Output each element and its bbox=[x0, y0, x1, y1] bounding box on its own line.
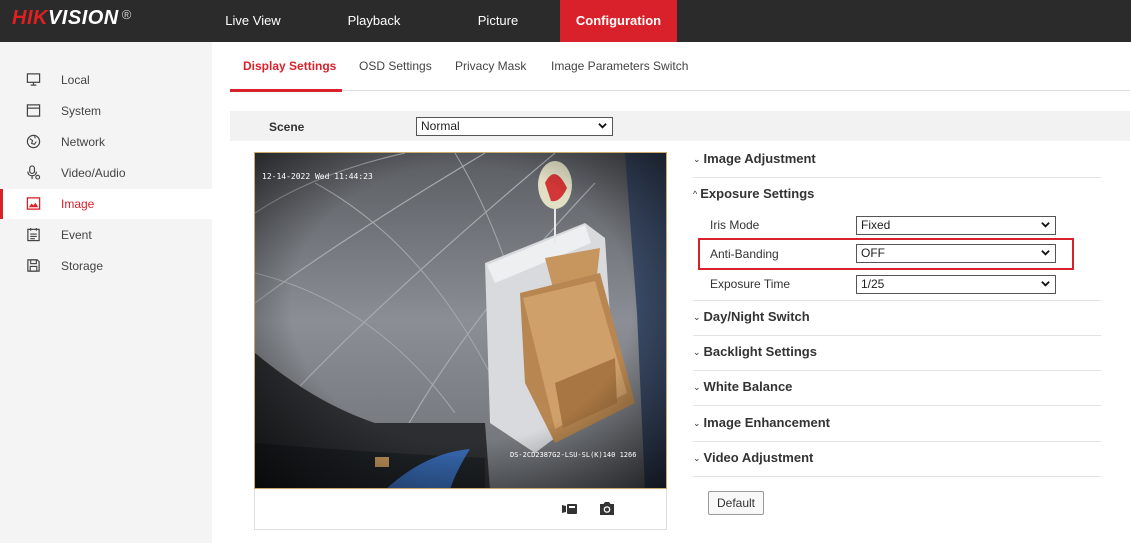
section-day-night-switch[interactable]: ⌄ Day/Night Switch bbox=[693, 309, 810, 324]
chevron-up-icon: ^ bbox=[693, 189, 698, 199]
exposure-time-value: 1/25 bbox=[861, 277, 885, 291]
tab-privacy-mask[interactable]: Privacy Mask bbox=[455, 59, 526, 73]
topnav-playback[interactable]: Playback bbox=[336, 0, 412, 42]
chevron-down-icon: ⌄ bbox=[693, 418, 701, 428]
tab-divider bbox=[230, 90, 1130, 91]
sidebar-item-network[interactable]: Network bbox=[0, 127, 212, 157]
anti-banding-value: OFF bbox=[861, 246, 885, 260]
sidebar-item-label: System bbox=[61, 104, 102, 118]
scene-select[interactable]: Normal bbox=[416, 117, 613, 136]
sidebar-item-event[interactable]: Event bbox=[0, 220, 212, 250]
chevron-down-icon bbox=[1041, 250, 1050, 256]
active-tab-underline bbox=[230, 89, 342, 92]
monitor-icon bbox=[26, 73, 41, 86]
active-indicator bbox=[0, 189, 3, 219]
section-image-adjustment[interactable]: ⌄ Image Adjustment bbox=[693, 151, 816, 166]
image-icon bbox=[26, 197, 41, 210]
exposure-time-select[interactable]: 1/25 bbox=[856, 275, 1056, 294]
section-backlight-settings[interactable]: ⌄ Backlight Settings bbox=[693, 344, 817, 359]
exposure-time-label: Exposure Time bbox=[710, 277, 791, 291]
section-white-balance[interactable]: ⌄ White Balance bbox=[693, 379, 792, 394]
topnav-picture[interactable]: Picture bbox=[459, 0, 537, 42]
section-exposure-settings[interactable]: ^ Exposure Settings bbox=[693, 186, 814, 201]
chevron-down-icon: ⌄ bbox=[693, 382, 701, 392]
sidebar-item-system[interactable]: System bbox=[0, 96, 212, 126]
iris-mode-value: Fixed bbox=[861, 218, 891, 232]
tab-osd-settings[interactable]: OSD Settings bbox=[359, 59, 432, 73]
default-button[interactable]: Default bbox=[708, 491, 764, 515]
sidebar-item-storage[interactable]: Storage bbox=[0, 251, 212, 281]
network-icon bbox=[26, 134, 41, 149]
tab-display-settings[interactable]: Display Settings bbox=[243, 59, 336, 73]
event-icon bbox=[27, 227, 40, 242]
osd-timestamp: 12-14-2022 Wed 11:44:23 bbox=[262, 172, 373, 181]
section-divider bbox=[693, 177, 1101, 178]
section-video-adjustment[interactable]: ⌄ Video Adjustment bbox=[693, 450, 813, 465]
iris-mode-label: Iris Mode bbox=[710, 218, 760, 232]
section-image-enhancement[interactable]: ⌄ Image Enhancement bbox=[693, 415, 830, 430]
section-divider bbox=[693, 476, 1101, 477]
chevron-down-icon: ⌄ bbox=[693, 453, 701, 463]
chevron-down-icon: ⌄ bbox=[693, 312, 701, 322]
anti-banding-select[interactable]: OFF bbox=[856, 244, 1056, 263]
sidebar-item-label: Image bbox=[61, 197, 95, 211]
anti-banding-label: Anti-Banding bbox=[710, 247, 779, 261]
hikvision-logo: HIKVISION ® bbox=[12, 7, 132, 29]
sidebar-item-label: Local bbox=[61, 73, 90, 87]
storage-icon bbox=[27, 259, 40, 272]
chevron-down-icon bbox=[598, 123, 607, 129]
camera-snapshot-icon[interactable] bbox=[599, 501, 615, 516]
sidebar-item-label: Network bbox=[61, 135, 106, 149]
osd-device-name: DS-2CD2387G2-LSU-SL(K)140 1266 bbox=[510, 451, 637, 459]
chevron-down-icon: ⌄ bbox=[693, 347, 701, 357]
iris-mode-select[interactable]: Fixed bbox=[856, 216, 1056, 235]
sidebar-item-video-audio[interactable]: Video/Audio bbox=[0, 158, 212, 188]
scene-label: Scene bbox=[269, 120, 305, 134]
section-divider bbox=[693, 370, 1101, 371]
topnav-live-view[interactable]: Live View bbox=[218, 0, 288, 42]
section-divider bbox=[693, 405, 1101, 406]
top-navigation-bar: HIKVISION ® Live View Playback Picture Co… bbox=[0, 0, 1131, 42]
sidebar-item-local[interactable]: Local bbox=[0, 65, 212, 95]
sidebar-item-label: Storage bbox=[61, 259, 104, 273]
video-audio-icon bbox=[27, 165, 41, 180]
sidebar-item-label: Video/Audio bbox=[61, 166, 126, 180]
chevron-down-icon: ⌄ bbox=[693, 154, 701, 164]
sidebar: Local System Network Video/Audio Image E… bbox=[0, 42, 212, 543]
section-divider bbox=[693, 441, 1101, 442]
chevron-down-icon bbox=[1041, 222, 1050, 228]
topnav-configuration[interactable]: Configuration bbox=[560, 0, 677, 42]
scene-bar bbox=[230, 111, 1130, 141]
chevron-down-icon bbox=[1041, 281, 1050, 287]
sidebar-item-image[interactable]: Image bbox=[0, 189, 212, 219]
live-video-preview[interactable]: 12-14-2022 Wed 11:44:23 DS-2CD2387G2-LSU… bbox=[254, 152, 667, 489]
scene-select-value: Normal bbox=[421, 119, 460, 133]
camera-frame-image bbox=[255, 153, 666, 488]
section-divider bbox=[693, 335, 1101, 336]
record-icon[interactable] bbox=[561, 501, 578, 517]
tab-image-parameters-switch[interactable]: Image Parameters Switch bbox=[551, 59, 688, 73]
section-divider bbox=[693, 300, 1101, 301]
system-icon bbox=[26, 104, 41, 117]
video-toolbar bbox=[254, 489, 667, 530]
sidebar-item-label: Event bbox=[61, 228, 92, 242]
